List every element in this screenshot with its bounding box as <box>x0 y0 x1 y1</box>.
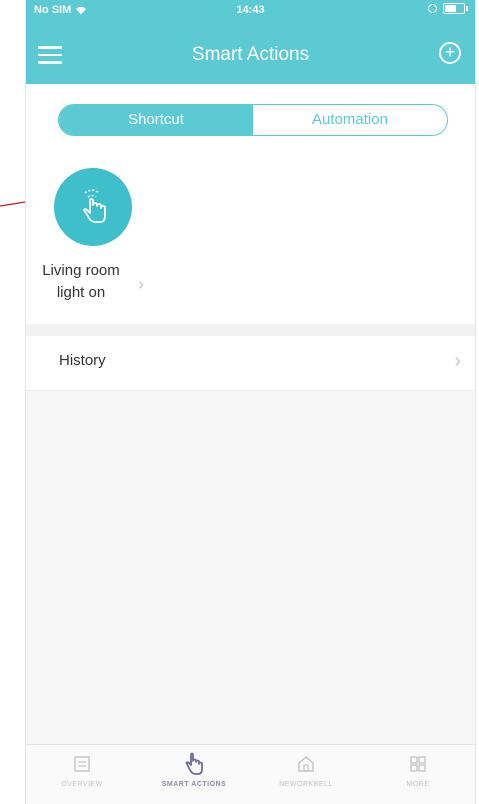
add-icon[interactable]: + <box>439 42 461 64</box>
status-right <box>428 3 468 14</box>
tab-bar: OVERVIEW SMART ACTIONS NEWORKBELL MORE <box>26 744 475 804</box>
tab-home-label: NEWORKBELL <box>279 781 333 788</box>
tab-smart-actions[interactable]: SMART ACTIONS <box>138 751 250 788</box>
status-time: 14:43 <box>236 4 265 16</box>
shortcut-label-line1: Living room <box>42 262 120 279</box>
battery-icon <box>443 3 468 14</box>
tab-more[interactable]: MORE <box>362 751 474 788</box>
segmented-control: Shortcut Automation <box>58 104 448 136</box>
tab-more-label: MORE <box>406 781 430 788</box>
tab-shortcut[interactable]: Shortcut <box>59 105 253 135</box>
tab-overview[interactable]: OVERVIEW <box>26 751 138 788</box>
page-title: Smart Actions <box>191 44 310 65</box>
phone-screen: No SIM 14:43 Smart Actions + Shortcut Au… <box>25 0 476 804</box>
history-label: History <box>59 352 106 369</box>
home-icon <box>298 756 314 772</box>
tab-automation[interactable]: Automation <box>253 105 447 135</box>
history-row[interactable]: History › <box>26 336 475 391</box>
chevron-right-icon: › <box>138 274 144 294</box>
status-bar: No SIM 14:43 <box>26 0 475 22</box>
shortcut-item[interactable]: Living room light on › <box>26 168 156 318</box>
nav-bar: Smart Actions + <box>26 22 475 84</box>
shortcut-button[interactable] <box>54 168 132 246</box>
shortcut-label-line2: light on <box>56 284 106 301</box>
chevron-right-icon: › <box>454 350 461 372</box>
smart-actions-icon <box>185 752 203 775</box>
tap-hand-icon <box>83 189 106 223</box>
grid-icon <box>410 756 426 772</box>
main-content: Shortcut Automation Living room light on… <box>26 84 475 324</box>
tab-overview-label: OVERVIEW <box>61 781 103 788</box>
orientation-lock-icon <box>428 4 437 13</box>
section-divider <box>26 324 475 336</box>
tab-smart-actions-label: SMART ACTIONS <box>161 781 227 788</box>
overview-icon <box>74 756 90 772</box>
tab-home[interactable]: NEWORKBELL <box>250 751 362 788</box>
shortcut-label: Living room light on <box>26 260 136 304</box>
